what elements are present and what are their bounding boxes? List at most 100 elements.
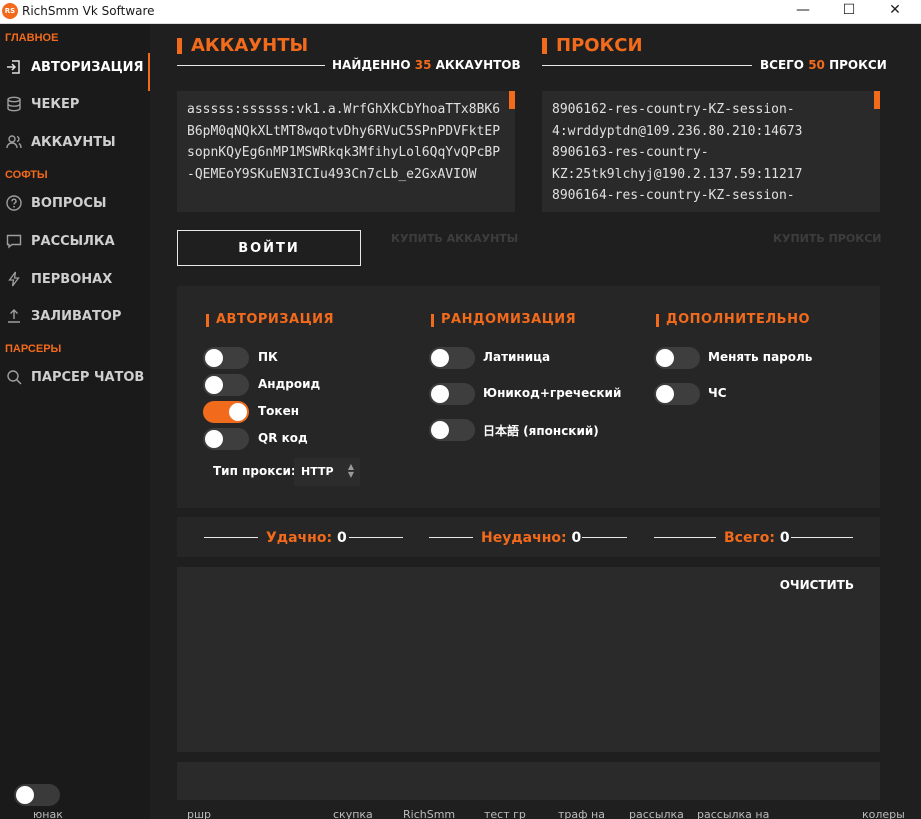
chat-icon <box>6 233 22 249</box>
title-bar: RS RichSmm Vk Software — ☐ ✕ <box>0 0 921 24</box>
upload-icon <box>6 308 22 324</box>
toggle-change-password-label: Менять пароль <box>708 350 813 364</box>
sidebar-item-checker[interactable]: ЧЕКЕР <box>0 90 150 120</box>
users-icon <box>6 134 22 150</box>
stat-divider <box>429 537 473 538</box>
stat-success-label: Удачно: <box>266 530 333 546</box>
toggle-pc[interactable] <box>203 347 249 369</box>
stat-divider <box>791 537 853 538</box>
updown-arrows-icon: ▲ ▼ <box>347 462 354 479</box>
proxy-line: 8906164-res-country-KZ-session- <box>552 188 795 203</box>
search-icon <box>6 369 22 385</box>
accounts-title-bar <box>177 38 182 54</box>
taskbar-item[interactable]: траф на <box>558 808 605 819</box>
stat-fail: Неудачно: 0 <box>481 530 581 546</box>
sidebar-item-label: ВОПРОСЫ <box>31 196 107 211</box>
sidebar-item-authorization[interactable]: АВТОРИЗАЦИЯ <box>0 53 150 91</box>
stat-success-value: 0 <box>336 530 347 546</box>
sidebar-item-label: ЧЕКЕР <box>31 97 80 112</box>
sidebar-item-label: АВТОРИЗАЦИЯ <box>31 60 144 75</box>
taskbar-item[interactable]: рассылка на <box>697 808 769 819</box>
extra-title-bar <box>656 314 659 327</box>
sidebar-item-label: ПАРСЕР ЧАТОВ <box>31 370 145 385</box>
sidebar-item-mailing[interactable]: РАССЫЛКА <box>0 227 150 257</box>
toggle-unicode-greek-label: Юникод+греческий <box>483 386 622 400</box>
login-icon <box>6 59 22 75</box>
toggle-qr-label: QR код <box>258 431 308 445</box>
proxy-count: ВСЕГО 50 ПРОКСИ <box>760 58 887 72</box>
proxy-textarea[interactable]: 8906162-res-country-KZ-session- 4:wrddyp… <box>542 91 880 212</box>
app-logo-icon: RS <box>2 3 18 19</box>
taskbar-item[interactable]: тест гр <box>484 808 526 819</box>
proxy-type-label: Тип прокси: <box>213 464 296 478</box>
question-icon <box>6 195 22 211</box>
sidebar-item-questions[interactable]: ВОПРОСЫ <box>0 189 150 219</box>
stat-divider <box>654 537 716 538</box>
proxy-title-bar <box>542 38 547 54</box>
section-parsers-label: ПАРСЕРЫ <box>5 343 62 355</box>
toggle-unicode-greek[interactable] <box>429 383 475 405</box>
proxy-type-select[interactable]: HTTP ▲ ▼ <box>294 458 360 486</box>
accounts-title: АККАУНТЫ <box>191 35 309 56</box>
window-title: RichSmm Vk Software <box>22 4 155 18</box>
toggle-qr[interactable] <box>203 428 249 450</box>
accounts-count: НАЙДЕННО 35 АККАУНТОВ <box>332 58 521 72</box>
sidebar-item-label: ЗАЛИВАТОР <box>31 309 122 324</box>
sidebar-item-uploader[interactable]: ЗАЛИВАТОР <box>0 302 150 332</box>
buy-proxy-link[interactable]: КУПИТЬ ПРОКСИ <box>773 232 882 245</box>
random-section-title: РАНДОМИЗАЦИЯ <box>441 312 577 327</box>
stats-bar: Удачно: 0 Неудачно: 0 Всего: 0 <box>177 517 880 557</box>
sidebar-item-first-comment[interactable]: ПЕРВОНАХ <box>0 265 150 295</box>
stat-total: Всего: 0 <box>724 530 790 546</box>
toggle-blacklist-label: ЧС <box>708 386 727 400</box>
toggle-change-password[interactable] <box>654 347 700 369</box>
log-area[interactable]: ОЧИСТИТЬ <box>177 567 880 752</box>
stat-divider <box>204 537 258 538</box>
sidebar-item-label: ПЕРВОНАХ <box>31 272 113 287</box>
random-title-bar <box>431 314 434 327</box>
toggle-android-label: Андроид <box>258 377 321 391</box>
taskbar-item[interactable]: рассылка <box>629 808 684 819</box>
sidebar-item-chat-parser[interactable]: ПАРСЕР ЧАТОВ <box>0 363 150 393</box>
taskbar-item[interactable]: ршр <box>187 808 211 819</box>
accounts-count-prefix: НАЙДЕННО <box>332 58 411 72</box>
toggle-blacklist[interactable] <box>654 383 700 405</box>
toggle-japanese-label: 日本語 (японский) <box>483 424 599 438</box>
sidebar: ГЛАВНОЕ АВТОРИЗАЦИЯ ЧЕКЕР АККАУНТЫ СОФТЫ… <box>0 24 150 819</box>
accounts-count-suffix: АККАУНТОВ <box>435 58 521 72</box>
accounts-count-number: 35 <box>414 58 432 72</box>
toggle-pc-label: ПК <box>258 350 278 364</box>
clear-button[interactable]: ОЧИСТИТЬ <box>780 578 854 592</box>
login-button[interactable]: ВОЙТИ <box>177 230 361 266</box>
sidebar-item-label: РАССЫЛКА <box>31 234 115 249</box>
auth-title-bar <box>206 314 209 327</box>
toggle-token[interactable] <box>203 401 249 423</box>
proxy-scrollbar[interactable] <box>874 91 880 109</box>
maximize-button[interactable]: ☐ <box>826 0 872 23</box>
theme-toggle[interactable] <box>14 784 60 806</box>
taskbar-item[interactable]: скупка <box>333 808 373 819</box>
stat-divider <box>582 537 627 538</box>
extra-section-title: ДОПОЛНИТЕЛЬНО <box>666 312 811 327</box>
close-button[interactable]: ✕ <box>872 0 918 23</box>
proxy-divider <box>542 65 752 66</box>
taskbar-item[interactable]: юнак <box>33 808 63 819</box>
toggle-japanese[interactable] <box>429 419 475 441</box>
toggle-android[interactable] <box>203 374 249 396</box>
toggle-latin-label: Латиница <box>483 350 551 364</box>
auth-section-title: АВТОРИЗАЦИЯ <box>216 312 335 327</box>
bottom-input-bar[interactable] <box>177 762 880 800</box>
proxy-line: 4:wrddyptdn@109.236.80.210:14673 <box>552 123 803 139</box>
sidebar-item-label: АККАУНТЫ <box>31 135 116 150</box>
minimize-button[interactable]: — <box>780 0 826 23</box>
taskbar-item[interactable]: RichSmm <box>403 808 455 819</box>
taskbar-item[interactable]: колеры <box>862 808 905 819</box>
accounts-scrollbar[interactable] <box>509 91 515 109</box>
buy-accounts-link[interactable]: КУПИТЬ АККАУНТЫ <box>391 232 518 245</box>
toggle-latin[interactable] <box>429 347 475 369</box>
accounts-divider <box>177 65 325 66</box>
proxy-line: KZ:25tk9lchyj@190.2.137.59:11217 <box>552 166 803 182</box>
accounts-textarea[interactable]: asssss:ssssss:vk1.a.WrfGhXkCbYhoaTTx8BK6… <box>177 91 515 212</box>
sidebar-item-accounts[interactable]: АККАУНТЫ <box>0 128 150 158</box>
proxy-title: ПРОКСИ <box>556 35 643 56</box>
